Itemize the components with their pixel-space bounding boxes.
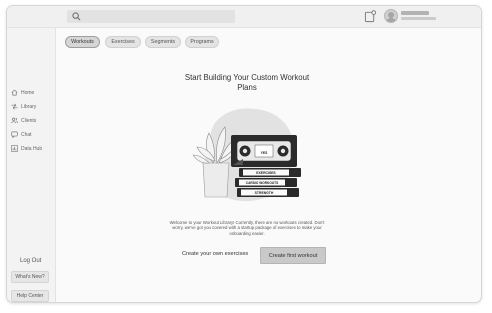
sidebar-item-data-hub[interactable]: Data Hub (11, 144, 42, 153)
tape-label-cardio: CARDIO WORKOUTS (246, 181, 278, 185)
help-center-button[interactable]: Help Center (11, 290, 49, 302)
whats-new-button[interactable]: What's New? (11, 271, 49, 283)
main-content: Workouts Exercises Segments Programs Sta… (57, 29, 481, 302)
user-subtitle-placeholder (401, 17, 436, 20)
search-icon (72, 12, 81, 21)
search-input[interactable] (67, 10, 235, 23)
tab-programs[interactable]: Programs (185, 36, 219, 48)
sidebar-item-clients[interactable]: Clients (11, 116, 36, 125)
sidebar-item-home[interactable]: Home (11, 88, 34, 97)
sidebar-item-chat[interactable]: Chat (11, 130, 32, 139)
sidebar: Home Library Clients Chat Data Hub Log O… (7, 28, 56, 302)
plant-pot (202, 162, 230, 198)
app-window: Home Library Clients Chat Data Hub Log O… (6, 5, 482, 303)
bell-icon[interactable] (364, 10, 377, 23)
vhs-tape-stack: EXERCISES CARDIO WORKOUTS STRENGTH (235, 168, 301, 197)
empty-state-description: Welcome to your Workout Library! Current… (169, 220, 325, 236)
sidebar-item-label: Clients (21, 117, 37, 124)
avatar-body (386, 18, 396, 22)
top-bar (7, 6, 481, 28)
sidebar-item-label: Home (21, 89, 35, 96)
create-own-exercises-link[interactable]: Create your own exercises (182, 251, 248, 257)
tape-label-top: YES (261, 151, 269, 155)
vhs-cassette-top: YES (231, 135, 297, 167)
home-icon (11, 89, 18, 96)
tape-label-strength: STRENGTH (255, 191, 274, 195)
tab-segments[interactable]: Segments (145, 36, 181, 48)
bar-chart-icon (11, 145, 18, 152)
create-first-workout-button[interactable]: Create first workout (260, 247, 326, 264)
user-name-placeholder[interactable] (401, 11, 429, 15)
chat-icon (11, 131, 18, 138)
tab-exercises[interactable]: Exercises (105, 36, 141, 48)
library-arrows-icon (11, 103, 18, 110)
sidebar-item-label: Library (21, 103, 37, 110)
sidebar-item-library[interactable]: Library (11, 102, 36, 111)
tab-workouts[interactable]: Workouts (65, 36, 100, 48)
vhs-tapes-illustration: YES EXERCISES CARDIO WORKOUTS STRENGTH (193, 108, 301, 202)
sidebar-item-label: Chat (21, 131, 32, 138)
empty-state-title: Start Building Your Custom Workout Plans (184, 73, 310, 92)
avatar[interactable] (384, 9, 398, 23)
tape-label-exercises: EXERCISES (256, 171, 276, 175)
logout-link[interactable]: Log Out (20, 258, 41, 264)
clients-icon (11, 117, 18, 124)
sidebar-item-label: Data Hub (21, 145, 43, 152)
